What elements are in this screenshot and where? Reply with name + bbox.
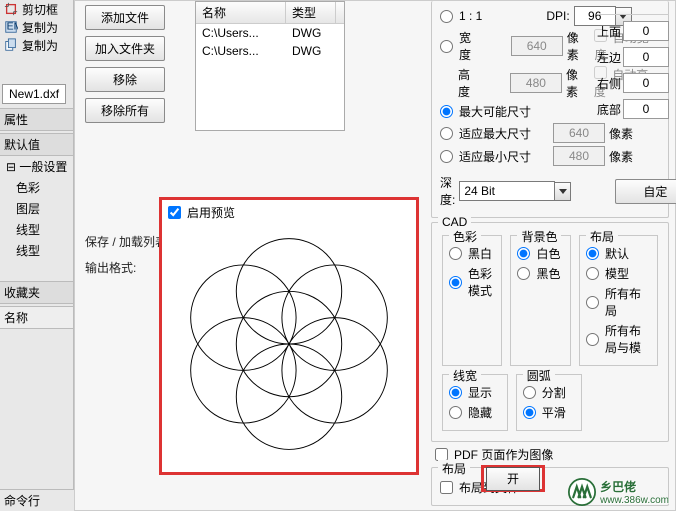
margins-title	[597, 1, 669, 15]
tool-crop[interactable]: 剪切框	[0, 0, 73, 18]
preview-panel: 启用预览	[159, 197, 419, 475]
tree-item-linetype[interactable]: 线型	[0, 219, 73, 240]
tree-item-linetype2[interactable]: 线型	[0, 240, 73, 261]
layout-all-radio[interactable]: 所有布局	[586, 285, 651, 319]
layout-default-radio[interactable]: 默认	[586, 245, 651, 262]
tree-general[interactable]: ⊟ 一般设置	[0, 156, 73, 177]
name-column: 名称	[0, 306, 73, 329]
file-row[interactable]: C:\Users... DWG	[196, 24, 344, 42]
file-row[interactable]: C:\Users... DWG	[196, 42, 344, 60]
margin-bottom-input[interactable]: 0	[623, 99, 669, 119]
add-file-button[interactable]: 添加文件	[85, 5, 165, 30]
arc-split-radio[interactable]: 分割	[523, 384, 575, 401]
favorites-header[interactable]: 收藏夹	[0, 281, 73, 304]
properties-header[interactable]: 属性	[0, 108, 73, 131]
layout-all-model-radio[interactable]: 所有布局与模	[586, 322, 651, 356]
width-radio[interactable]	[440, 40, 453, 53]
remove-button[interactable]: 移除	[85, 67, 165, 92]
color-mode-radio[interactable]: 色彩模式	[449, 265, 495, 299]
fit-max-radio[interactable]	[440, 127, 453, 140]
dpi-label: DPI:	[546, 9, 569, 23]
color-bw-radio[interactable]: 黑白	[449, 245, 495, 262]
bg-white-radio[interactable]: 白色	[517, 245, 563, 262]
col-name[interactable]: 名称	[196, 2, 286, 23]
tool-label: 复制为	[22, 37, 58, 54]
main-panel: 添加文件 加入文件夹 移除 移除所有 名称 类型 C:\Users... DWG…	[74, 0, 676, 511]
open-button[interactable]: 开	[486, 467, 540, 491]
depth-combo[interactable]	[459, 181, 571, 201]
arc-smooth-radio[interactable]: 平滑	[523, 404, 575, 421]
watermark: 乡巴佬 www.386w.com	[568, 478, 669, 506]
tree-item-color[interactable]: 色彩	[0, 177, 73, 198]
tool-copy-as[interactable]: 复制为	[0, 36, 73, 54]
page-margins: 上面0 左边0 右侧0 底部0	[597, 1, 669, 125]
preview-image	[174, 229, 404, 459]
dropdown-arrow-icon[interactable]	[555, 182, 571, 201]
margin-right-input[interactable]: 0	[623, 73, 669, 93]
custom-button[interactable]: 自定	[615, 179, 676, 204]
fit-max-input[interactable]	[553, 123, 605, 143]
ratio-1-1-radio[interactable]	[440, 10, 453, 23]
add-folder-button[interactable]: 加入文件夹	[85, 36, 165, 61]
height-input[interactable]	[510, 73, 562, 93]
width-input[interactable]	[511, 36, 563, 56]
command-line-label: 命令行	[0, 489, 74, 511]
watermark-logo-icon	[568, 478, 596, 506]
lw-show-radio[interactable]: 显示	[449, 384, 501, 401]
tree-item-layer[interactable]: 图层	[0, 198, 73, 219]
defaults-header[interactable]: 默认值	[0, 133, 73, 156]
svg-text:EMF: EMF	[7, 21, 18, 33]
margin-left-input[interactable]: 0	[623, 47, 669, 67]
tool-label: 复制为	[22, 19, 58, 36]
preview-canvas	[172, 226, 406, 462]
open-button-highlight: 开	[481, 465, 545, 492]
tool-label: 剪切框	[22, 1, 58, 18]
enable-preview-checkbox[interactable]: 启用预览	[162, 200, 416, 225]
layout-model-radio[interactable]: 模型	[586, 265, 651, 282]
fit-min-radio[interactable]	[440, 150, 453, 163]
cad-group-title: CAD	[438, 215, 471, 229]
crop-icon	[4, 2, 18, 16]
layout-group-title: 布局	[438, 460, 470, 477]
tree-collapse-icon[interactable]: ⊟	[6, 160, 19, 174]
fit-min-input[interactable]	[553, 146, 605, 166]
lw-hide-radio[interactable]: 隐藏	[449, 404, 501, 421]
bg-black-radio[interactable]: 黑色	[517, 265, 563, 282]
col-type[interactable]: 类型	[286, 2, 336, 23]
file-list[interactable]: 名称 类型 C:\Users... DWG C:\Users... DWG	[195, 1, 345, 131]
left-sidebar: 剪切框 EMF 复制为 复制为 New1.dxf 属性 默认值 ⊟ 一般设置 色…	[0, 0, 74, 511]
document-tab[interactable]: New1.dxf	[2, 84, 66, 104]
emf-icon: EMF	[4, 20, 18, 34]
depth-label: 深度:	[440, 174, 455, 208]
max-possible-radio[interactable]	[440, 105, 453, 118]
tool-copy-emf[interactable]: EMF 复制为	[0, 18, 73, 36]
remove-all-button[interactable]: 移除所有	[85, 98, 165, 123]
margin-top-input[interactable]: 0	[623, 21, 669, 41]
copy-icon	[4, 38, 18, 52]
